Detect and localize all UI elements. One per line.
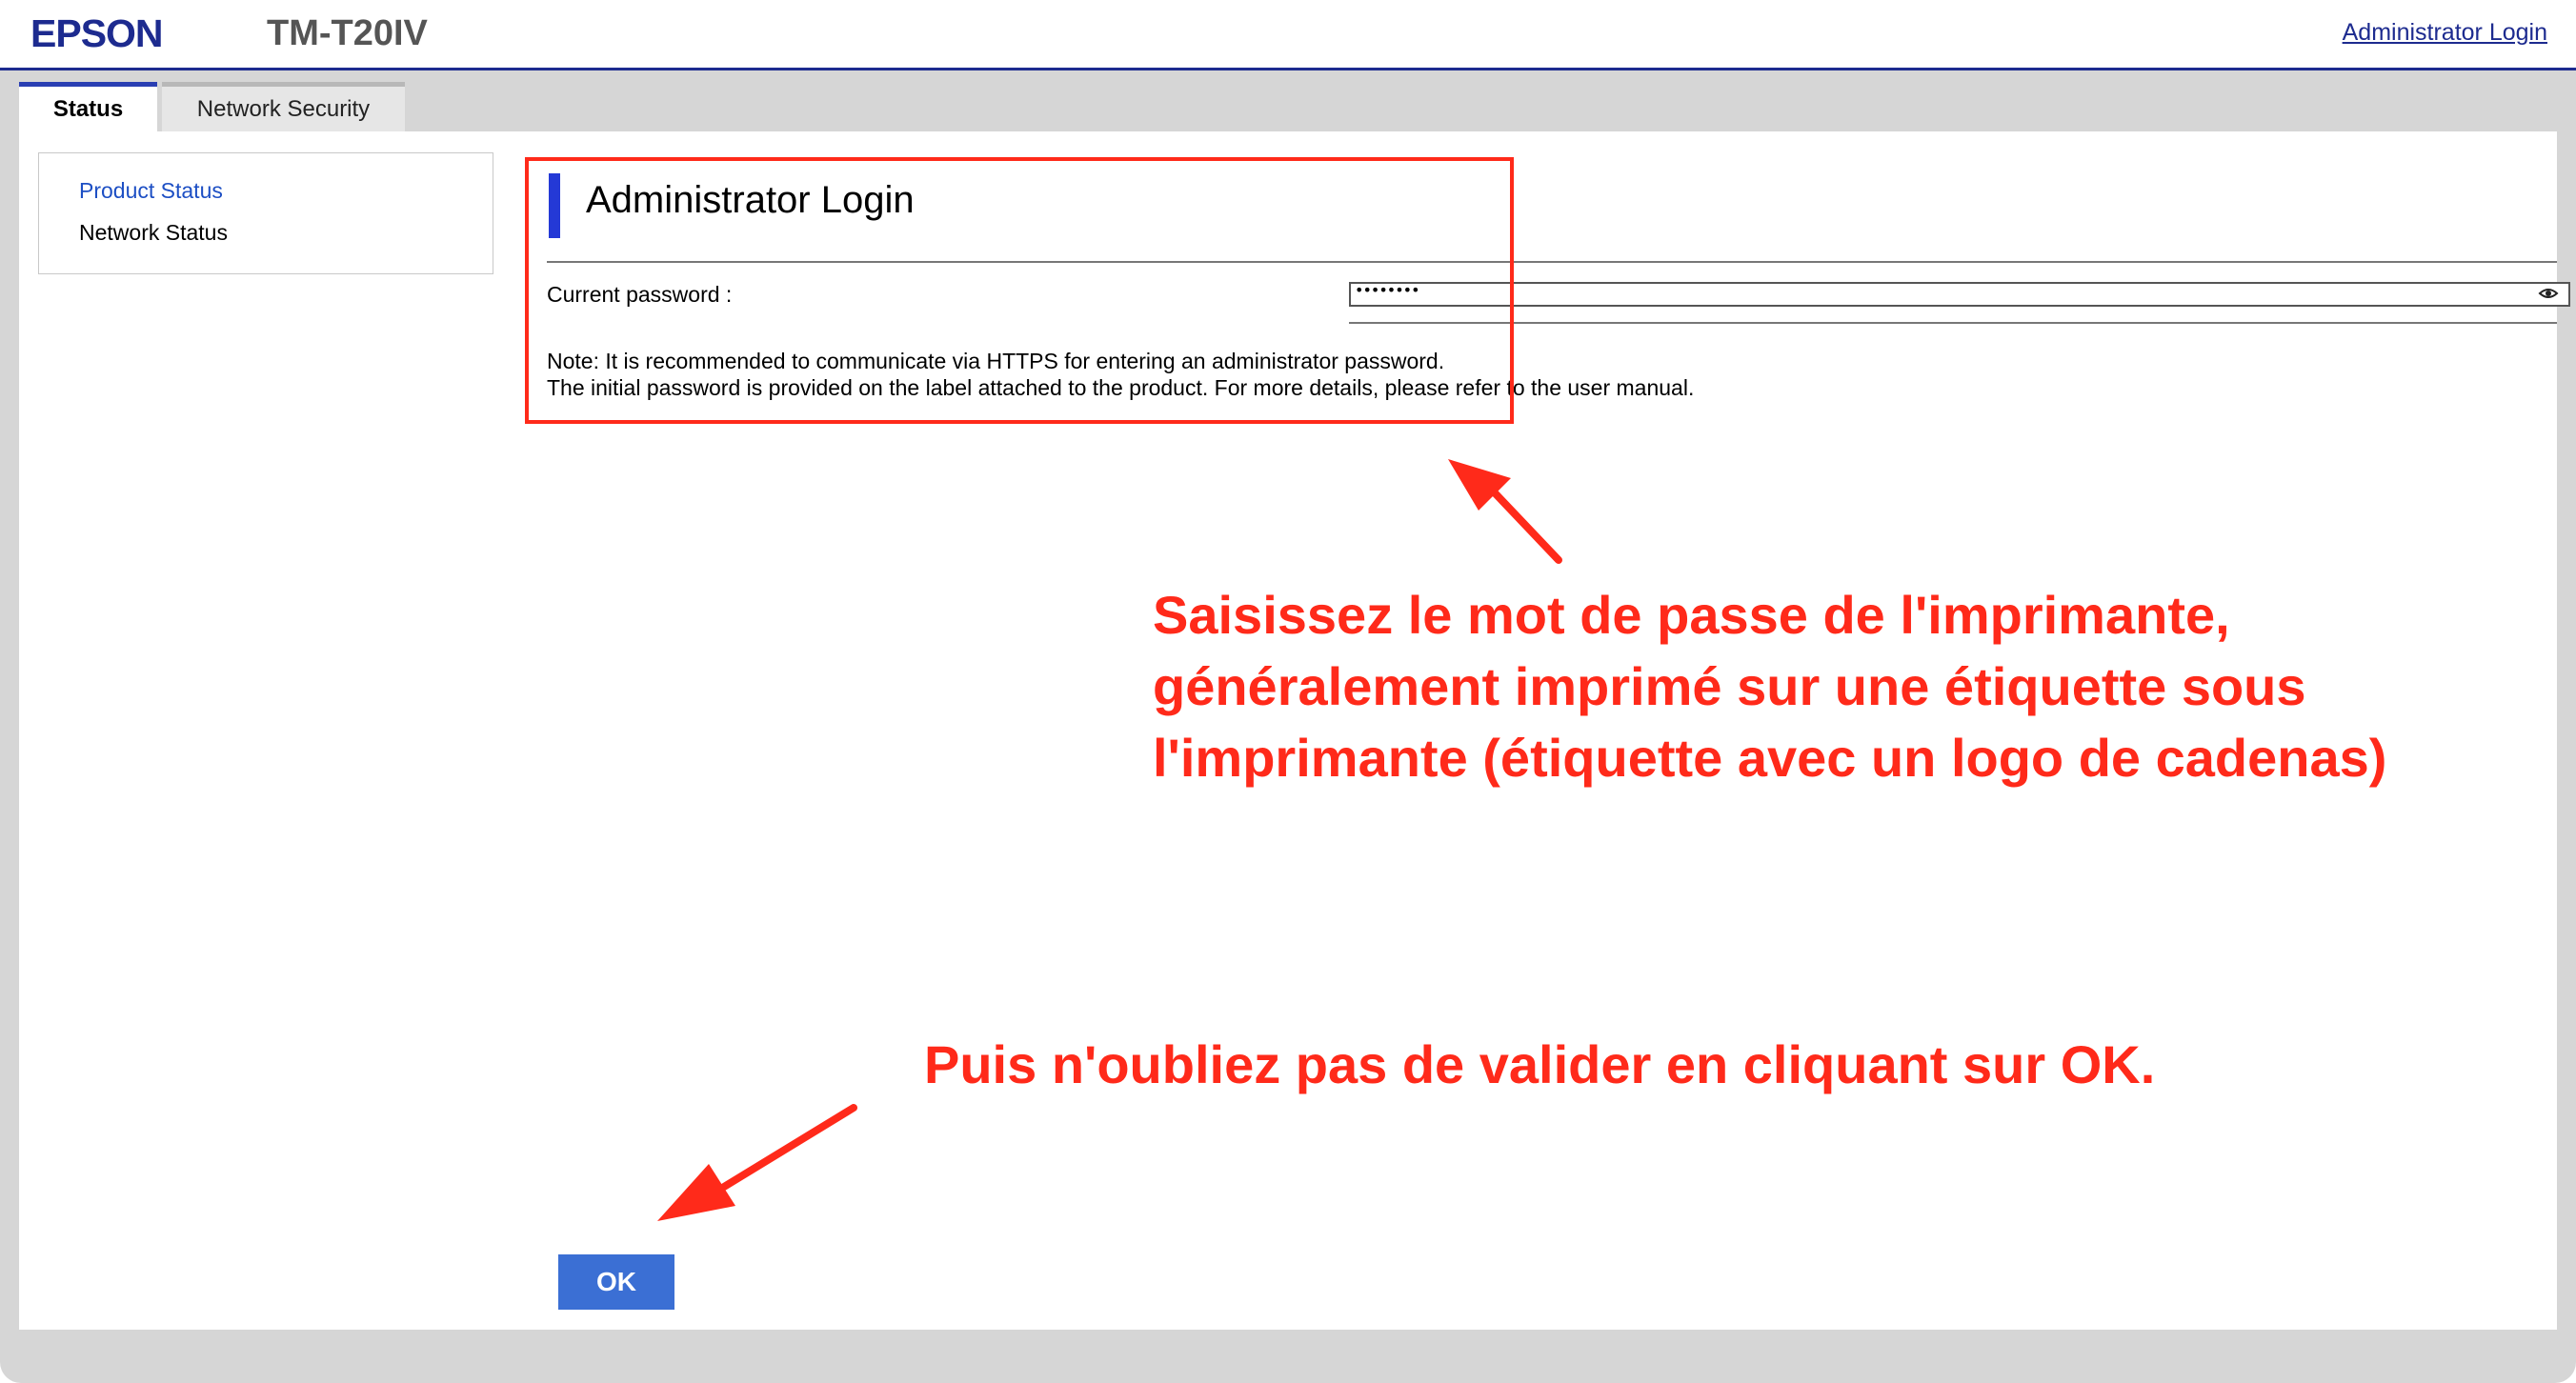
annotation-highlight-box: [525, 157, 1514, 424]
tab-network-security[interactable]: Network Security: [162, 82, 405, 131]
annotation-password-instruction: Saisissez le mot de passe de l'imprimant…: [1153, 585, 2387, 788]
field-divider: [1349, 322, 2557, 324]
administrator-login-link[interactable]: Administrator Login: [2343, 19, 2547, 47]
sidebar: Product Status Network Status: [38, 152, 493, 274]
epson-logo: EPSON: [30, 11, 164, 55]
show-password-icon[interactable]: [2538, 285, 2559, 302]
sidebar-item-product-status[interactable]: Product Status: [79, 178, 223, 204]
ok-button[interactable]: OK: [558, 1254, 674, 1310]
printer-model: TM-T20IV: [267, 13, 428, 53]
top-header: EPSON TM-T20IV Administrator Login: [0, 0, 2576, 70]
annotation-ok-instruction: Puis n'oubliez pas de valider en cliquan…: [924, 1034, 2156, 1094]
sidebar-item-network-status[interactable]: Network Status: [79, 220, 228, 246]
tab-status[interactable]: Status: [19, 82, 157, 131]
password-field[interactable]: ••••••••: [1349, 281, 2570, 307]
